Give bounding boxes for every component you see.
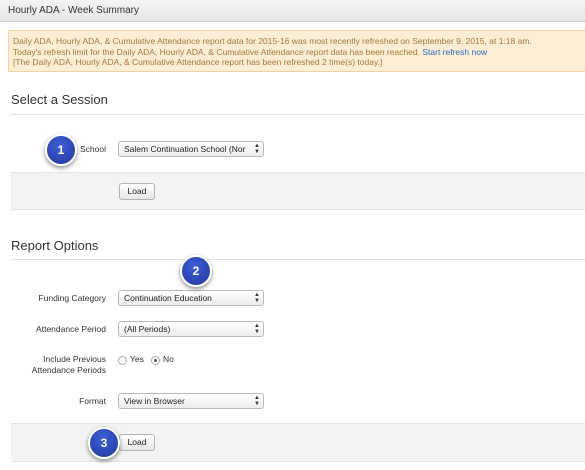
format-select[interactable]: View in Browser ▲ ▼	[118, 393, 264, 409]
include-previous-label-line-1: Include Previous	[43, 354, 106, 364]
include-previous-label: Include Previous Attendance Periods	[10, 354, 106, 376]
select-arrows-icon: ▲ ▼	[254, 395, 260, 407]
include-no-radio[interactable]	[151, 356, 160, 365]
include-yes-label: Yes	[130, 354, 144, 364]
alert-line-3: [The Daily ADA, Hourly ADA, & Cumulative…	[13, 57, 383, 67]
include-no-label: No	[163, 354, 174, 364]
report-heading: Report Options	[11, 238, 99, 253]
session-actions	[11, 172, 585, 210]
window-title: Hourly ADA - Week Summary	[0, 0, 585, 22]
alert-line-2: Today's refresh limit for the Daily ADA,…	[13, 47, 585, 58]
session-load-button[interactable]: Load	[119, 183, 155, 200]
select-arrows-icon: ▲ ▼	[254, 323, 260, 335]
attendance-period-value: (All Periods)	[124, 324, 171, 334]
callout-badge-1: 1	[45, 134, 77, 166]
school-select-value: Salem Continuation School (Nor	[124, 144, 246, 154]
attendance-period-select[interactable]: (All Periods) ▲ ▼	[118, 321, 264, 337]
start-refresh-link[interactable]: Start refresh now	[422, 47, 487, 57]
session-heading: Select a Session	[11, 92, 108, 107]
report-divider	[11, 259, 585, 260]
format-value: View in Browser	[124, 396, 185, 406]
select-arrows-icon: ▲ ▼	[254, 143, 260, 155]
school-select[interactable]: Salem Continuation School (Nor ▲ ▼	[118, 141, 264, 157]
session-divider	[11, 114, 585, 115]
funding-category-value: Continuation Education	[124, 293, 212, 303]
callout-badge-3: 3	[88, 427, 120, 459]
report-load-button[interactable]: Load	[119, 434, 155, 451]
funding-category-label: Funding Category	[38, 293, 106, 303]
include-previous-label-line-2: Attendance Periods	[31, 365, 106, 375]
alert-line-2-text: Today's refresh limit for the Daily ADA,…	[13, 46, 420, 57]
refresh-alert: Daily ADA, Hourly ADA, & Cumulative Atte…	[8, 30, 585, 72]
include-yes-radio[interactable]	[118, 356, 127, 365]
alert-line-1: Daily ADA, Hourly ADA, & Cumulative Atte…	[13, 36, 532, 46]
attendance-period-label: Attendance Period	[36, 324, 106, 334]
select-arrows-icon: ▲ ▼	[254, 292, 260, 304]
callout-badge-2: 2	[180, 255, 212, 287]
funding-category-select[interactable]: Continuation Education ▲ ▼	[118, 290, 264, 306]
format-label: Format	[79, 396, 106, 406]
